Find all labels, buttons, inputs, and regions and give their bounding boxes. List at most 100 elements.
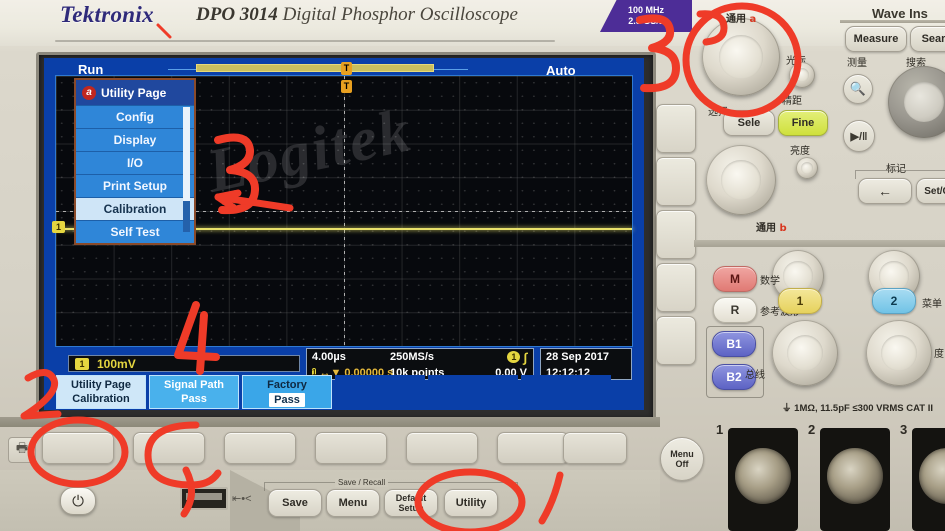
date-value: 28 Sep 2017 — [546, 351, 609, 363]
trigger-slope-icon: ∫ — [523, 349, 527, 365]
reference-button[interactable]: R — [713, 297, 757, 323]
usb-port[interactable] — [180, 487, 228, 510]
print-icon[interactable]: 🖶 — [8, 437, 36, 463]
acquisition-state-label: Run — [78, 62, 104, 77]
power-button[interactable]: ⏻ — [60, 487, 96, 515]
previous-mark-button[interactable]: ← — [858, 178, 912, 204]
default-setup-line2: Setup — [398, 503, 424, 513]
math-button[interactable]: M — [713, 266, 757, 292]
panel-divider-band — [694, 240, 945, 247]
multipurpose-knob-a[interactable] — [702, 18, 780, 96]
bezel-dark-strip — [0, 417, 660, 427]
channel-1-button[interactable]: 1 — [778, 288, 822, 314]
channel-1-vertical-scale: 100mV — [97, 356, 136, 371]
model-number: DPO 3014 — [196, 4, 278, 25]
play-pause-button[interactable]: ▶/‖ — [843, 120, 875, 152]
softkey-2-line1: Signal Path — [164, 379, 224, 391]
bottom-bezel-button-5[interactable] — [406, 432, 478, 464]
bottom-bezel-button-3[interactable] — [224, 432, 296, 464]
save-button[interactable]: Save — [268, 489, 322, 517]
channel-1-readout[interactable]: 1 100mV — [68, 355, 300, 372]
model-description: Digital Phosphor Oscilloscope — [282, 4, 518, 25]
usb-symbol-icon: ⇤•< — [232, 493, 252, 505]
utility-menu[interactable]: a Utility Page Config Display I/O Print … — [74, 78, 196, 245]
channel-1-ground-marker[interactable]: 1 — [52, 221, 65, 233]
trigger-mode-label: Auto — [546, 63, 576, 78]
measure-label-cn: 测量 — [847, 58, 867, 69]
multipurpose-knob-b[interactable] — [706, 145, 776, 215]
default-setup-line1: Default — [395, 493, 427, 503]
bus1-button[interactable]: B1 — [712, 331, 756, 357]
menu-off-button[interactable]: Menu Off — [660, 437, 704, 481]
bnc-connector-2[interactable] — [827, 448, 883, 504]
ground-icon: ⏚ — [782, 403, 792, 414]
menu-item-io[interactable]: I/O — [76, 151, 194, 174]
channel-2-scale-knob[interactable] — [866, 320, 932, 386]
side-bezel-button-5[interactable] — [656, 316, 696, 365]
softkey-utility-page-calibration[interactable]: Utility Page Calibration — [56, 375, 146, 409]
select-button[interactable]: Sele — [723, 110, 775, 136]
intensity-button[interactable] — [796, 157, 818, 179]
utility-menu-title: a Utility Page — [76, 80, 194, 105]
top-divider-line — [55, 40, 555, 42]
fine-label-cn: 精距 — [782, 96, 802, 107]
menu-scrollbar-thumb[interactable] — [183, 107, 190, 201]
menu-off-line1: Menu — [670, 449, 694, 459]
menu-button[interactable]: Menu — [326, 489, 380, 517]
bnc-connector-1[interactable] — [735, 448, 791, 504]
default-setup-button[interactable]: Default Setup — [384, 489, 438, 517]
side-bezel-button-4[interactable] — [656, 263, 696, 312]
wave-inspector-divider — [840, 20, 945, 23]
record-length-bar — [196, 64, 434, 72]
utility-button[interactable]: Utility — [444, 489, 498, 517]
wave-inspector-title: Wave Ins — [872, 6, 928, 21]
bnc-label-2: 2 — [808, 422, 816, 437]
menu-item-self-test[interactable]: Self Test — [76, 220, 194, 243]
channel-scale-label-cn: 度 — [934, 349, 944, 360]
knob-a-label: 通用 a — [726, 14, 757, 25]
trigger-position-marker-top[interactable]: T — [341, 62, 352, 75]
brand-logo: Tektronix — [60, 2, 154, 27]
menu-item-config[interactable]: Config — [76, 105, 194, 128]
knob-b-label: 通用 b — [756, 223, 787, 234]
side-bezel-button-1[interactable] — [656, 104, 696, 153]
side-bezel-button-2[interactable] — [656, 157, 696, 206]
menu-item-print-setup[interactable]: Print Setup — [76, 174, 194, 197]
channel-1-scale-knob[interactable] — [772, 320, 838, 386]
bottom-bezel-button-2[interactable] — [133, 432, 205, 464]
oscilloscope-photo: Tektronix DPO 3014 Digital Phosphor Osci… — [0, 0, 945, 531]
side-bezel-button-3[interactable] — [656, 210, 696, 259]
trigger-source-indicator: 1 ∫ — [474, 350, 533, 365]
bottom-bezel-button-4[interactable] — [315, 432, 387, 464]
model-label: DPO 3014 Digital Phosphor Oscilloscope — [196, 4, 518, 26]
softkey-factory[interactable]: Factory Pass — [242, 375, 332, 409]
knob-a-indicator: a — [82, 85, 96, 100]
intensity-label-cn: 亮度 — [790, 146, 810, 157]
bottom-bezel-button-6[interactable] — [497, 432, 569, 464]
bnc-label-1: 1 — [716, 422, 724, 437]
menu-off-line2: Off — [675, 459, 689, 469]
fine-button[interactable]: Fine — [778, 110, 828, 136]
set-clear-mark-button[interactable]: Set/C — [916, 178, 945, 204]
softkey-1-line2: Calibration — [72, 393, 130, 405]
search-button[interactable]: Sear — [910, 26, 945, 52]
trigger-position-marker[interactable]: T — [341, 80, 352, 93]
sample-rate-value: 250MS/s — [390, 351, 435, 363]
bottom-bezel-button-7[interactable] — [563, 432, 627, 464]
softkey-bar: Utility Page Calibration Signal Path Pas… — [56, 375, 632, 409]
zoom-magnifier-icon[interactable]: 🔍 — [843, 74, 873, 104]
channel-1-badge: 1 — [75, 357, 89, 370]
menu-item-display[interactable]: Display — [76, 128, 194, 151]
input-spec-label: ⏚ 1MΩ, 11.5pF ≤300 VRMS CAT II — [782, 400, 933, 414]
channel-2-button[interactable]: 2 — [872, 288, 916, 314]
softkey-3-line2: Pass — [269, 393, 305, 407]
softkey-empty-5[interactable] — [428, 375, 518, 409]
cursor-button[interactable] — [789, 62, 815, 88]
softkey-empty-6[interactable] — [521, 375, 611, 409]
softkey-signal-path[interactable]: Signal Path Pass — [149, 375, 239, 409]
menu-item-calibration[interactable]: Calibration — [76, 197, 194, 220]
softkey-empty-4[interactable] — [335, 375, 425, 409]
measure-button[interactable]: Measure — [845, 26, 907, 52]
bottom-bezel-button-1[interactable] — [42, 432, 114, 464]
math-label-cn: 数学 — [760, 276, 780, 287]
